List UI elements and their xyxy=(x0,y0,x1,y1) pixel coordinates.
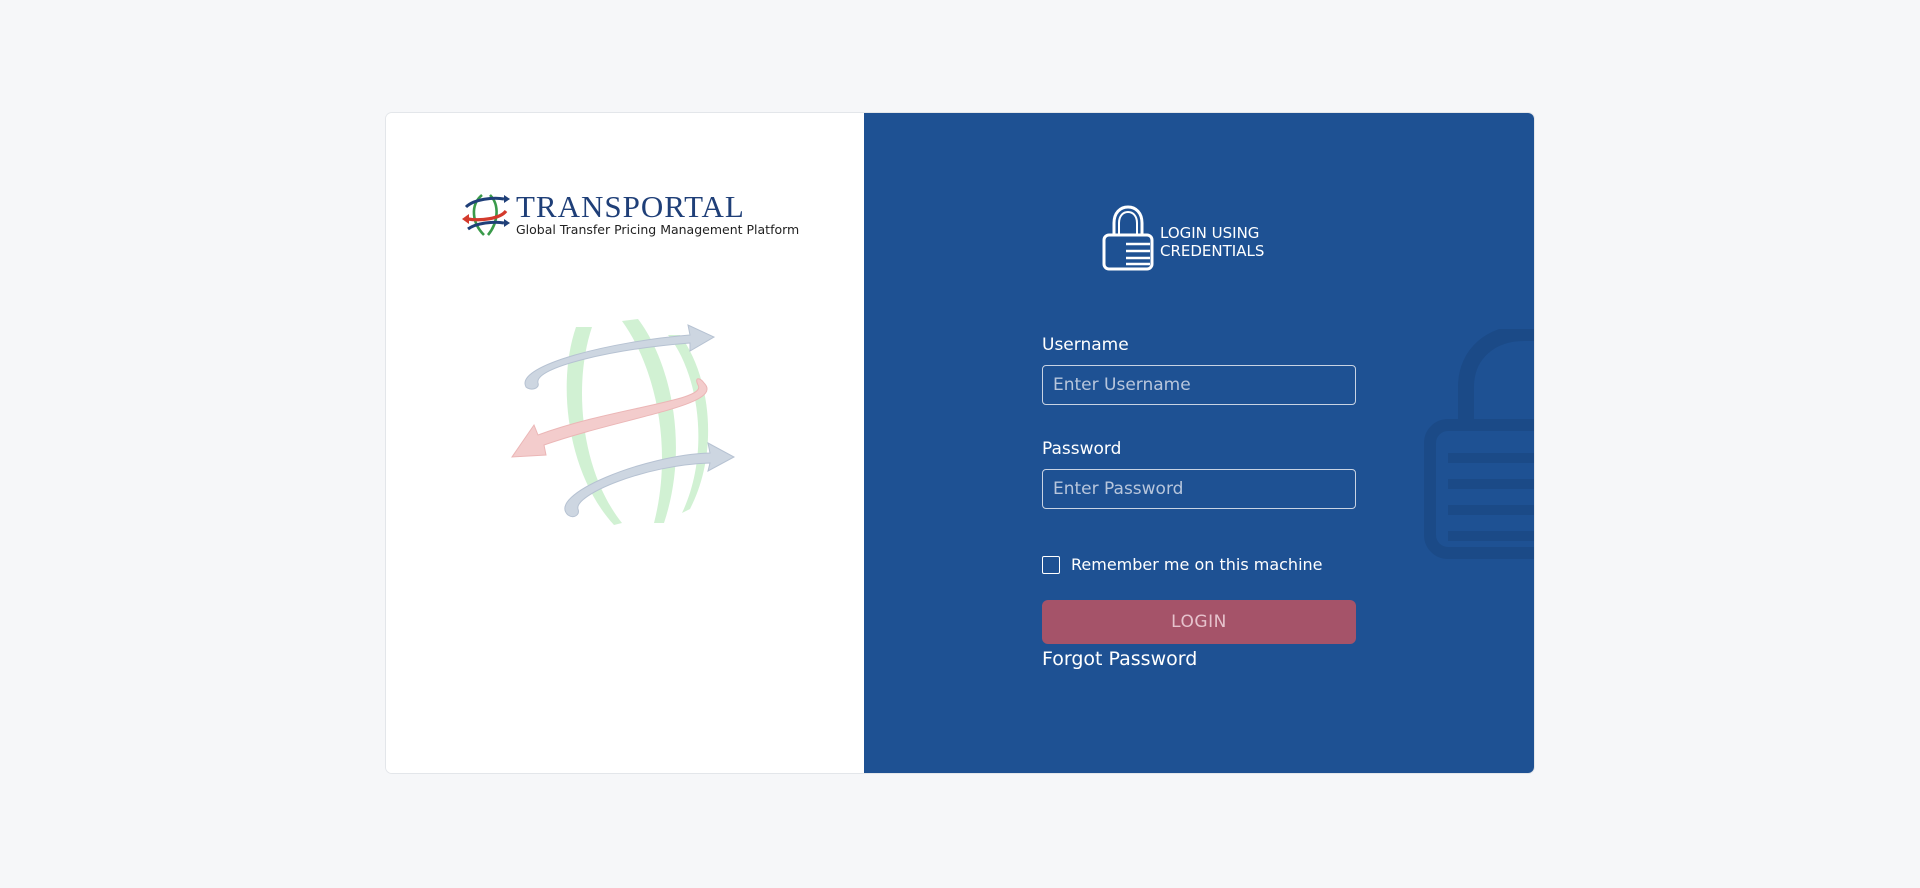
username-field: Username xyxy=(1042,335,1356,405)
remember-me-checkbox[interactable] xyxy=(1042,555,1060,574)
forgot-password-link[interactable]: Forgot Password xyxy=(1042,648,1197,670)
lock-icon xyxy=(1102,205,1154,271)
brand-tagline: Global Transfer Pricing Management Platf… xyxy=(516,222,800,238)
lock-watermark-icon xyxy=(1424,329,1534,559)
login-header: LOGIN USING CREDENTIALS xyxy=(1098,201,1270,273)
login-card: TRANSPORTAL Global Transfer Pricing Mana… xyxy=(386,113,1534,773)
brand-logo: TRANSPORTAL Global Transfer Pricing Mana… xyxy=(460,191,799,237)
password-input[interactable] xyxy=(1042,469,1356,509)
login-panel: LOGIN USING CREDENTIALS Username Passwor… xyxy=(864,113,1534,773)
remember-me-row: Remember me on this machine xyxy=(1042,555,1356,574)
password-field: Password xyxy=(1042,439,1356,509)
brand-panel: TRANSPORTAL Global Transfer Pricing Mana… xyxy=(386,113,864,773)
username-input[interactable] xyxy=(1042,365,1356,405)
remember-me-label[interactable]: Remember me on this machine xyxy=(1071,555,1323,574)
brand-name: TRANSPORTAL xyxy=(516,189,745,225)
login-title: LOGIN USING CREDENTIALS xyxy=(1160,224,1270,260)
login-title-line1: LOGIN USING xyxy=(1160,224,1260,242)
login-button[interactable]: LOGIN xyxy=(1042,600,1356,644)
login-form: Username Password Remember me on this ma… xyxy=(1042,335,1356,670)
username-label: Username xyxy=(1042,335,1129,355)
password-label: Password xyxy=(1042,439,1122,459)
globe-illustration xyxy=(511,319,736,525)
globe-arrows-icon xyxy=(462,194,510,236)
login-title-line2: CREDENTIALS xyxy=(1160,242,1265,260)
